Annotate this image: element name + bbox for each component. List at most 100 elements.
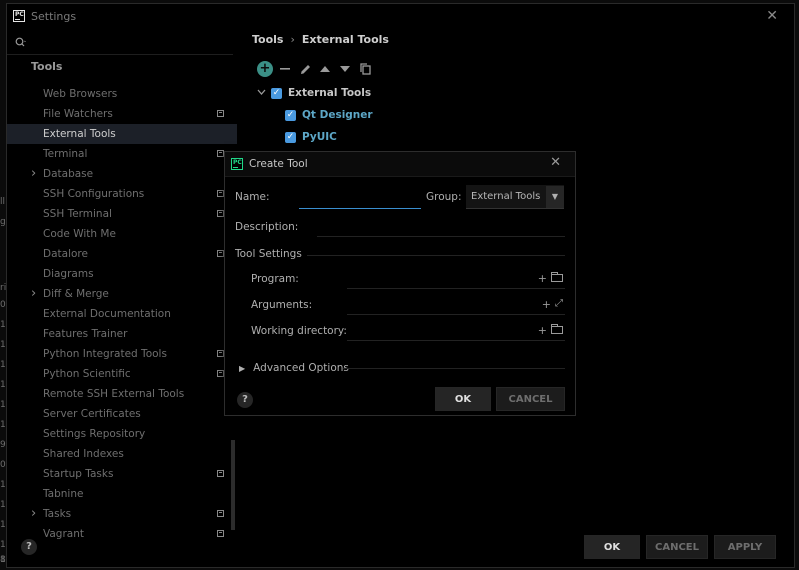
dialog-cancel-button[interactable]: CANCEL bbox=[496, 387, 565, 411]
sidebar-item-label: Vagrant bbox=[43, 528, 84, 540]
background-window-text: 8 bbox=[0, 555, 6, 565]
insert-macro-icon[interactable]: + bbox=[538, 272, 547, 285]
cancel-button[interactable]: CANCEL bbox=[646, 535, 708, 559]
program-input[interactable] bbox=[347, 288, 565, 289]
sidebar-item-file-watchers[interactable]: File Watchers bbox=[7, 104, 237, 124]
add-tool-button[interactable]: + bbox=[257, 61, 273, 77]
tool-checkbox[interactable]: ✓ bbox=[285, 131, 296, 143]
dialog-ok-button[interactable]: OK bbox=[435, 387, 491, 411]
background-window-text: g bbox=[0, 217, 6, 227]
background-window-text: 1 bbox=[0, 520, 6, 530]
sidebar-item-shared-indexes[interactable]: Shared Indexes bbox=[7, 444, 237, 464]
group-select[interactable]: External Tools ▼ bbox=[466, 185, 564, 209]
sidebar-tree: Web Browsers File Watchers External Tools T… bbox=[7, 84, 237, 544]
sidebar-item-label: Python Scientific bbox=[43, 368, 131, 380]
project-level-icon bbox=[217, 530, 224, 537]
sidebar-item-remote-ssh-external-tools[interactable]: Remote SSH External Tools bbox=[7, 384, 237, 404]
sidebar-item-datalore[interactable]: Datalore bbox=[7, 244, 237, 264]
tool-checkbox[interactable]: ✓ bbox=[285, 109, 296, 121]
close-icon[interactable]: ✕ bbox=[766, 8, 778, 24]
divider bbox=[307, 255, 565, 256]
description-label: Description: bbox=[235, 221, 299, 233]
sidebar-item-ssh-terminal[interactable]: SSH Terminal bbox=[7, 204, 237, 224]
sidebar-item-diff-merge[interactable]: › Diff & Merge bbox=[7, 284, 237, 304]
folder-icon[interactable] bbox=[551, 272, 563, 282]
remove-tool-button[interactable] bbox=[275, 59, 295, 79]
sidebar-item-code-with-me[interactable]: Code With Me bbox=[7, 224, 237, 244]
chevron-down-icon[interactable] bbox=[257, 88, 271, 98]
sidebar-item-server-certificates[interactable]: Server Certificates bbox=[7, 404, 237, 424]
tool-row-qt-designer[interactable]: ✓ Qt Designer bbox=[257, 104, 373, 126]
name-label: Name: bbox=[235, 191, 270, 203]
expand-icon[interactable]: ⤢ bbox=[555, 298, 563, 311]
insert-macro-icon[interactable]: + bbox=[538, 324, 547, 337]
move-down-button[interactable] bbox=[335, 59, 355, 79]
pycharm-logo-icon: PC bbox=[13, 10, 25, 22]
sidebar-item-external-tools[interactable]: External Tools bbox=[7, 124, 237, 144]
dropdown-arrow-icon[interactable]: ▼ bbox=[546, 185, 564, 208]
chevron-right-icon[interactable]: › bbox=[31, 284, 36, 304]
tool-group-row[interactable]: ✓ External Tools bbox=[257, 82, 373, 104]
project-level-icon bbox=[217, 210, 224, 217]
dialog-title: Create Tool bbox=[249, 158, 308, 170]
sidebar-item-label: SSH Terminal bbox=[43, 208, 112, 220]
sidebar-item-tasks[interactable]: › Tasks bbox=[7, 504, 237, 524]
name-input[interactable] bbox=[299, 190, 421, 209]
sidebar-item-label: Settings Repository bbox=[43, 428, 146, 440]
sidebar-item-diagrams[interactable]: Diagrams bbox=[7, 264, 237, 284]
sidebar-item-label: Code With Me bbox=[43, 228, 116, 240]
working-directory-input[interactable] bbox=[347, 340, 565, 341]
chevron-right-icon[interactable]: › bbox=[31, 504, 36, 524]
sidebar-scrollbar[interactable] bbox=[231, 440, 235, 530]
breadcrumb: Tools › External Tools bbox=[252, 33, 389, 46]
breadcrumb-item-external-tools: External Tools bbox=[301, 33, 389, 46]
sidebar-item-ssh-configurations[interactable]: SSH Configurations bbox=[7, 184, 237, 204]
arguments-input[interactable] bbox=[347, 314, 565, 315]
tool-row-pyuic[interactable]: ✓ PyUIC bbox=[257, 126, 373, 148]
chevron-right-icon[interactable]: › bbox=[31, 164, 36, 184]
sidebar-item-database[interactable]: › Database bbox=[7, 164, 237, 184]
dialog-close-icon[interactable]: ✕ bbox=[550, 155, 561, 170]
arguments-actions: + ⤢ bbox=[542, 298, 563, 311]
advanced-options-toggle[interactable]: ▶ Advanced Options bbox=[239, 362, 349, 374]
description-input[interactable] bbox=[317, 236, 565, 237]
apply-button[interactable]: APPLY bbox=[714, 535, 776, 559]
sidebar-item-python-scientific[interactable]: Python Scientific bbox=[7, 364, 237, 384]
window-title: Settings bbox=[31, 9, 77, 23]
insert-macro-icon[interactable]: + bbox=[542, 298, 551, 311]
background-window-text: ll bbox=[0, 197, 6, 207]
breadcrumb-separator: › bbox=[290, 33, 295, 46]
sidebar-item-web-browsers[interactable]: Web Browsers bbox=[7, 84, 237, 104]
group-checkbox[interactable]: ✓ bbox=[271, 87, 282, 99]
create-tool-dialog: PC Create Tool ✕ Name: Group: External T… bbox=[224, 151, 576, 416]
sidebar-item-startup-tasks[interactable]: Startup Tasks bbox=[7, 464, 237, 484]
program-label: Program: bbox=[251, 273, 299, 285]
sidebar-item-label: Diff & Merge bbox=[43, 288, 109, 300]
external-tools-toolbar: + bbox=[255, 59, 375, 79]
tool-label: Qt Designer bbox=[302, 109, 373, 121]
sidebar-section-tools[interactable]: Tools bbox=[31, 60, 62, 73]
edit-tool-button[interactable] bbox=[295, 59, 315, 79]
ok-button[interactable]: OK bbox=[584, 535, 640, 559]
dialog-help-button[interactable]: ? bbox=[237, 392, 253, 408]
project-level-icon bbox=[217, 190, 224, 197]
advanced-options-label: Advanced Options bbox=[253, 362, 349, 374]
breadcrumb-item-tools[interactable]: Tools bbox=[252, 33, 283, 46]
copy-tool-button[interactable] bbox=[355, 59, 375, 79]
project-level-icon bbox=[217, 150, 224, 157]
sidebar-item-terminal[interactable]: Terminal bbox=[7, 144, 237, 164]
settings-search-input[interactable] bbox=[7, 34, 233, 55]
sidebar-item-settings-repository[interactable]: Settings Repository bbox=[7, 424, 237, 444]
move-up-button[interactable] bbox=[315, 59, 335, 79]
project-level-icon bbox=[217, 350, 224, 357]
sidebar-item-python-integrated-tools[interactable]: Python Integrated Tools bbox=[7, 344, 237, 364]
sidebar-item-tabnine[interactable]: Tabnine bbox=[7, 484, 237, 504]
sidebar-item-label: Python Integrated Tools bbox=[43, 348, 167, 360]
help-button[interactable]: ? bbox=[21, 539, 37, 555]
folder-icon[interactable] bbox=[551, 324, 563, 334]
project-level-icon bbox=[217, 510, 224, 517]
sidebar-item-vagrant[interactable]: Vagrant bbox=[7, 524, 237, 544]
group-select-value: External Tools bbox=[471, 191, 541, 202]
sidebar-item-external-documentation[interactable]: External Documentation bbox=[7, 304, 237, 324]
sidebar-item-features-trainer[interactable]: Features Trainer bbox=[7, 324, 237, 344]
